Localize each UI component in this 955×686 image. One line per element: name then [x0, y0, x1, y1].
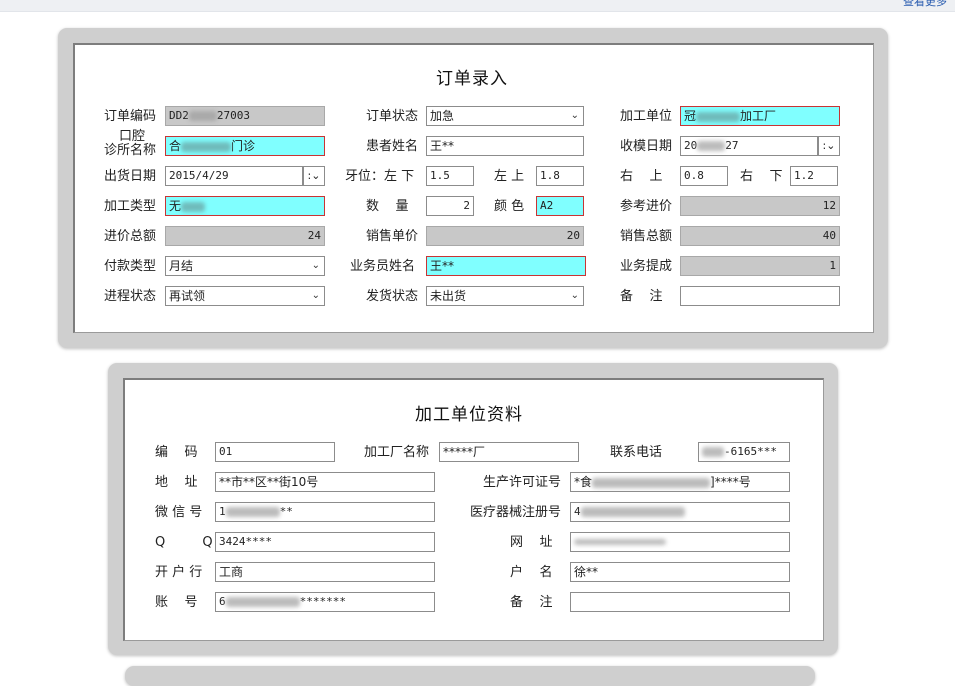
tooth-right-lower-field[interactable]: 1.2: [790, 166, 838, 186]
label-factory-name: 加工厂名称: [364, 445, 430, 460]
quantity-field[interactable]: 2: [426, 196, 474, 216]
cost-total-field: 24: [165, 226, 325, 246]
factory-website-field[interactable]: [570, 532, 790, 552]
sale-price-field: 20: [426, 226, 584, 246]
label-cost-total: 进价总额: [104, 229, 157, 244]
redacted-blur: [574, 539, 666, 545]
factory-device-reg-field[interactable]: 4: [570, 502, 790, 522]
label-remark: 备 注: [620, 289, 663, 304]
next-panel: [125, 666, 815, 686]
color-field[interactable]: A2: [536, 196, 584, 216]
factory-qq-field[interactable]: 3424****: [215, 532, 435, 552]
processor-field[interactable]: 冠加工厂: [680, 106, 840, 126]
label-factory-device-reg: 医疗器械注册号: [470, 505, 562, 520]
redacted-blur: [225, 507, 280, 517]
factory-account-name-field[interactable]: 徐**: [570, 562, 790, 582]
redacted-blur: [181, 201, 206, 212]
redacted-blur: [696, 111, 741, 122]
factory-bank-field[interactable]: 工商: [215, 562, 435, 582]
label-ship-date: 出货日期: [104, 169, 157, 184]
factory-remark-field[interactable]: [570, 592, 790, 612]
mold-date-field[interactable]: 20 27: [680, 136, 818, 156]
factory-name-field[interactable]: *****厂: [439, 442, 579, 462]
factory-info-title: 加工单位资料: [415, 405, 523, 425]
label-factory-phone: 联系电话: [610, 445, 663, 460]
label-factory-account-name: 户 名: [510, 565, 553, 580]
factory-license-field[interactable]: *食]****号: [570, 472, 790, 492]
label-progress: 进程状态: [104, 289, 157, 304]
tooth-right-upper-field[interactable]: 0.8: [680, 166, 728, 186]
label-order-no: 订单编码: [104, 109, 157, 124]
label-factory-remark: 备 注: [510, 595, 553, 610]
factory-code-field[interactable]: 01: [215, 442, 335, 462]
patient-name-field[interactable]: 王**: [426, 136, 584, 156]
tooth-left-upper-field[interactable]: 1.8: [536, 166, 584, 186]
order-no-field: DD2 27003: [165, 106, 325, 126]
redacted-blur: [580, 507, 685, 517]
label-tooth-lower: 牙位：左 下: [345, 169, 415, 184]
label-ship-status: 发货状态: [366, 289, 419, 304]
label-color: 颜 色: [494, 199, 525, 214]
label-patient: 患者姓名: [366, 139, 419, 154]
label-type: 加工类型: [104, 199, 157, 214]
redacted-blur: [188, 111, 217, 121]
order-entry-title: 订单录入: [436, 69, 508, 89]
label-tooth-right-lower: 右 下: [740, 169, 783, 184]
label-commission: 业务提成: [620, 259, 673, 274]
chevron-down-icon: ⌄: [570, 290, 579, 301]
label-quantity: 数 量: [366, 199, 409, 214]
label-processor: 加工单位: [620, 109, 673, 124]
label-mold-date: 收模日期: [620, 139, 673, 154]
label-factory-website: 网 址: [510, 535, 553, 550]
label-factory-address: 地 址: [155, 475, 198, 490]
pay-type-select[interactable]: 月结 ⌄: [165, 256, 325, 276]
factory-wechat-field[interactable]: 1 **: [215, 502, 435, 522]
label-factory-qq: Q Q: [155, 535, 213, 550]
label-tooth-right-upper: 右 上: [620, 169, 663, 184]
ship-status-select[interactable]: 未出货 ⌄: [426, 286, 584, 306]
sale-total-field: 40: [680, 226, 840, 246]
factory-phone-field[interactable]: -6165***: [698, 442, 790, 462]
chevron-down-icon: ⌄: [311, 260, 320, 271]
tooth-lower-field[interactable]: 1.5: [426, 166, 474, 186]
label-factory-account-no: 账 号: [155, 595, 198, 610]
label-pay-type: 付款类型: [104, 259, 157, 274]
label-factory-code: 编 码: [155, 445, 198, 460]
label-ref-price: 参考进价: [620, 199, 673, 214]
redacted-blur: [697, 141, 726, 151]
remark-field[interactable]: [680, 286, 840, 306]
processing-type-field[interactable]: 无: [165, 196, 325, 216]
more-link[interactable]: 查看更多: [903, 0, 947, 9]
ship-date-field[interactable]: 2015/4/29: [165, 166, 303, 186]
label-factory-wechat: 微 信 号: [155, 505, 203, 520]
mold-date-picker-button[interactable]: :⌄: [818, 136, 840, 156]
redacted-blur: [702, 447, 724, 457]
label-factory-bank: 开 户 行: [155, 565, 203, 580]
redacted-blur: [592, 477, 711, 488]
label-factory-license: 生产许可证号: [483, 475, 562, 490]
top-bar: 查看更多: [0, 0, 955, 12]
ref-price-field: 12: [680, 196, 840, 216]
commission-field: 1: [680, 256, 840, 276]
label-sale-total: 销售总额: [620, 229, 673, 244]
label-sale-price: 销售单价: [366, 229, 419, 244]
label-clinic-line2: 诊所名称: [104, 143, 157, 158]
chevron-down-icon: ⌄: [311, 290, 320, 301]
redacted-blur: [225, 597, 300, 607]
label-tooth-left-upper: 左 上: [494, 169, 525, 184]
label-order-status: 订单状态: [366, 109, 419, 124]
progress-status-select[interactable]: 再试领 ⌄: [165, 286, 325, 306]
chevron-down-icon: ⌄: [570, 110, 579, 121]
redacted-blur: [181, 141, 232, 152]
ship-date-picker-button[interactable]: :⌄: [303, 166, 325, 186]
order-status-select[interactable]: 加急 ⌄: [426, 106, 584, 126]
factory-address-field[interactable]: **市**区**街10号: [215, 472, 435, 492]
salesman-field[interactable]: 王**: [426, 256, 586, 276]
clinic-name-field[interactable]: 合门诊: [165, 136, 325, 156]
factory-account-no-field[interactable]: 6 *******: [215, 592, 435, 612]
label-salesman: 业务员姓名: [350, 259, 416, 274]
